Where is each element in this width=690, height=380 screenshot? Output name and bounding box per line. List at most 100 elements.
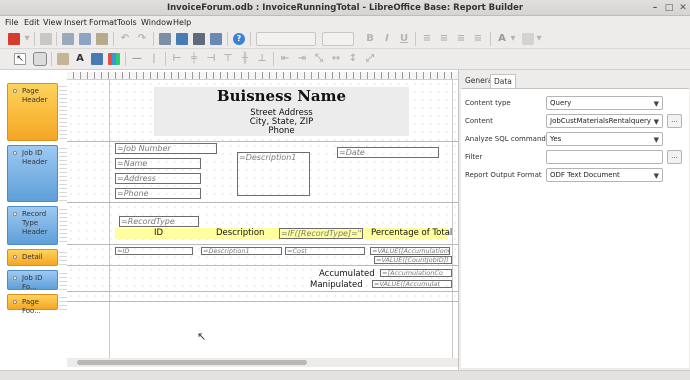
content-select[interactable]: JobCustMaterialsRentalquery ▼	[546, 114, 663, 128]
section-job-id-header[interactable]: Job ID Header	[7, 145, 58, 202]
font-color-dropdown-icon[interactable]: ▾	[510, 33, 516, 45]
menu-insert[interactable]: Insert	[64, 17, 87, 28]
align-objects-left-icon[interactable]: ⊢	[171, 53, 183, 65]
section-expand-icon[interactable]	[13, 212, 17, 216]
fit-height-icon[interactable]: ↕	[347, 53, 359, 65]
grid-icon[interactable]	[159, 33, 171, 45]
image-control-icon[interactable]	[91, 53, 103, 65]
section-job-id-footer[interactable]: Job ID Fo...	[7, 270, 58, 291]
value-accumulation-field[interactable]: =VALUE([AccumulationCo	[370, 247, 450, 255]
menu-help[interactable]: Help	[173, 17, 191, 28]
paste-icon[interactable]	[96, 33, 108, 45]
label-field-icon[interactable]	[57, 53, 69, 65]
font-size-combo[interactable]	[322, 32, 354, 46]
section-expand-icon[interactable]	[13, 276, 17, 280]
horizontal-line-icon[interactable]: —	[131, 53, 143, 65]
vertical-line-icon[interactable]: |	[148, 53, 160, 65]
job-id-footer-band[interactable]: Accumulated Manipulated =[AccumulationCo…	[67, 266, 458, 292]
underline-button[interactable]: U	[398, 33, 410, 45]
description-column-label[interactable]: Description	[216, 228, 264, 238]
id-column-label[interactable]: ID	[154, 228, 163, 238]
section-expand-icon[interactable]	[13, 300, 17, 304]
menu-window[interactable]: Window	[141, 17, 173, 28]
shrink-icon[interactable]: ⤡	[313, 53, 325, 65]
accumulation-field[interactable]: =[AccumulationCo	[380, 269, 452, 277]
section-expand-icon[interactable]	[13, 151, 17, 155]
select-mode-button[interactable]	[33, 52, 47, 66]
record-type-header-band[interactable]: =RecordType ID Description =IF([RecordTy…	[67, 203, 458, 245]
minimize-icon[interactable]: –	[650, 3, 660, 13]
chevron-down-icon[interactable]: ▼	[654, 116, 659, 128]
section-record-type-header[interactable]: Record Type Header	[7, 206, 58, 245]
dropdown-arrow-icon[interactable]: ▾	[24, 33, 30, 45]
manipulated-label[interactable]: Manipulated	[310, 280, 363, 290]
scrollbar-thumb[interactable]	[77, 360, 307, 365]
value-count-job-id-field[interactable]: =VALUE([CountJobID])	[374, 256, 452, 264]
align-objects-middle-icon[interactable]: ╫	[239, 53, 251, 65]
detail-band[interactable]: =ID =Description1 =Cost =VALUE([Accumula…	[67, 245, 458, 266]
menu-edit[interactable]: Edit	[24, 17, 40, 28]
description-field[interactable]: =Description1	[237, 152, 310, 196]
sort-icon[interactable]	[193, 33, 205, 45]
undo-icon[interactable]: ↶	[119, 33, 131, 45]
report-output-format-select[interactable]: ODF Text Document ▼	[546, 168, 663, 182]
job-number-field[interactable]: =Job Number	[115, 143, 217, 154]
detail-description-field[interactable]: =Description1	[201, 247, 282, 255]
new-document-icon[interactable]	[8, 33, 20, 45]
cost-field[interactable]: =Cost	[285, 247, 365, 255]
copy-icon[interactable]	[79, 33, 91, 45]
background-color-icon[interactable]	[522, 33, 534, 45]
chart-control-icon[interactable]	[108, 53, 120, 65]
text-box-icon[interactable]: A	[74, 53, 86, 65]
name-field[interactable]: =Name	[115, 158, 201, 169]
bold-button[interactable]: B	[364, 33, 376, 45]
address-field[interactable]: =Address	[115, 173, 201, 184]
tab-data[interactable]: Data	[490, 74, 516, 88]
select-pointer-icon[interactable]: ↖	[14, 53, 26, 65]
page-footer-band[interactable]	[67, 292, 458, 302]
redo-icon[interactable]: ↷	[136, 33, 148, 45]
edit-icon[interactable]	[40, 33, 52, 45]
section-detail[interactable]: Detail	[7, 249, 58, 266]
if-record-type-field[interactable]: =IF([RecordType]="Re	[279, 228, 363, 239]
align-objects-right-icon[interactable]: ⊣	[205, 53, 217, 65]
background-color-dropdown-icon[interactable]: ▾	[536, 33, 542, 45]
justify-icon[interactable]: ≡	[472, 33, 484, 45]
menu-tools[interactable]: Tools	[117, 17, 137, 28]
fit-both-icon[interactable]: ⤢	[364, 53, 376, 65]
phone-field[interactable]: =Phone	[115, 188, 201, 199]
id-field[interactable]: =ID	[115, 247, 193, 255]
horizontal-scrollbar[interactable]	[67, 358, 458, 367]
italic-button[interactable]: I	[381, 33, 393, 45]
business-name-label[interactable]: Buisness Name	[154, 88, 409, 105]
align-objects-bottom-icon[interactable]: ⊥	[256, 53, 268, 65]
section-page-header[interactable]: Page Header	[7, 83, 58, 141]
font-name-combo[interactable]	[256, 32, 316, 46]
analyze-sql-select[interactable]: Yes ▼	[546, 132, 663, 146]
chevron-down-icon[interactable]: ▼	[654, 134, 659, 146]
font-color-icon[interactable]: A	[496, 33, 508, 45]
navigator-icon[interactable]	[176, 33, 188, 45]
section-page-footer[interactable]: Page Foo...	[7, 294, 58, 315]
menu-view[interactable]: View	[43, 17, 62, 28]
filter-more-button[interactable]: ...	[667, 150, 682, 164]
align-left-icon[interactable]: ≡	[421, 33, 433, 45]
align-center-icon[interactable]: ≡	[438, 33, 450, 45]
shrink-width-icon[interactable]: ⇤	[279, 53, 291, 65]
fit-width-icon[interactable]: ↔	[330, 53, 342, 65]
cut-icon[interactable]	[62, 33, 74, 45]
close-icon[interactable]: ✕	[678, 3, 688, 13]
shrink-height-icon[interactable]: ⇥	[296, 53, 308, 65]
chevron-down-icon[interactable]: ▼	[654, 98, 659, 110]
section-expand-icon[interactable]	[13, 255, 17, 259]
value-accumulated-field[interactable]: =VALUE([Accumulat	[372, 280, 452, 288]
help-icon[interactable]: ?	[233, 33, 245, 45]
record-type-field[interactable]: =RecordType	[119, 216, 199, 227]
date-field[interactable]: =Date	[337, 147, 439, 158]
align-objects-center-icon[interactable]: ╪	[188, 53, 200, 65]
content-type-select[interactable]: Query ▼	[546, 96, 663, 110]
maximize-icon[interactable]: □	[664, 3, 674, 13]
accumulated-label[interactable]: Accumulated	[319, 269, 375, 279]
align-objects-top-icon[interactable]: ⊤	[222, 53, 234, 65]
align-right-icon[interactable]: ≡	[455, 33, 467, 45]
